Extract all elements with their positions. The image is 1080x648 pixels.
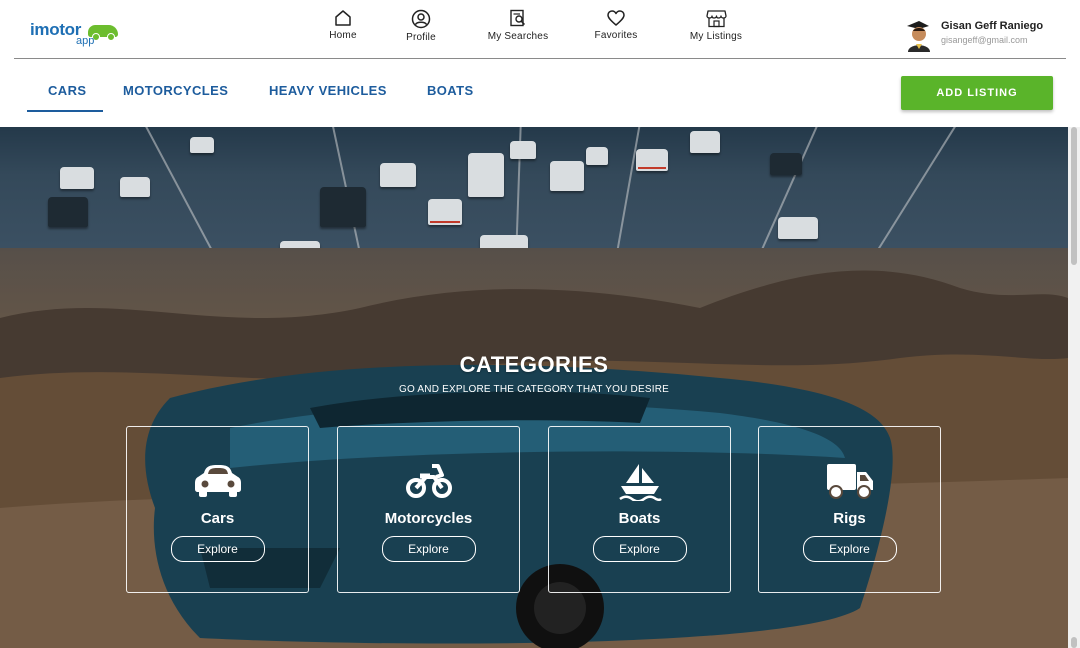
nav-my-listings-label: My Listings [689, 31, 743, 42]
explore-rigs-button[interactable]: Explore [802, 536, 897, 562]
nav-favorites-label: Favorites [594, 30, 638, 41]
add-listing-button[interactable]: ADD LISTING [901, 76, 1053, 110]
nav-home[interactable]: Home [326, 9, 360, 41]
tab-boats[interactable]: BOATS [427, 83, 474, 98]
category-card-motorcycles[interactable]: Motorcycles Explore [337, 426, 520, 593]
active-tab-indicator [27, 110, 103, 112]
searches-icon [510, 9, 526, 27]
home-icon [335, 10, 351, 26]
category-name-boats: Boats [618, 510, 661, 527]
category-name-rigs: Rigs [833, 510, 866, 527]
nav-my-searches-label: My Searches [487, 31, 549, 42]
highway-banner-image [0, 127, 1068, 248]
motorcycle-icon [405, 464, 452, 498]
explore-boats-button[interactable]: Explore [592, 536, 687, 562]
category-name-motorcycles: Motorcycles [384, 510, 473, 527]
user-profile-menu[interactable]: Gisan Geff Raniego gisangeff@gmail.com [907, 18, 1053, 52]
category-card-cars[interactable]: Cars Explore [126, 426, 309, 593]
store-icon [705, 10, 727, 28]
avatar [903, 18, 933, 52]
user-name: Gisan Geff Raniego [941, 20, 1044, 32]
logo-text: imotor [30, 20, 82, 39]
category-card-rigs[interactable]: Rigs Explore [758, 426, 941, 593]
profile-icon [411, 9, 431, 29]
imotor-logo[interactable]: imotor app [30, 18, 122, 50]
categories-title: CATEGORIES [459, 352, 609, 377]
truck-icon [826, 464, 873, 499]
page-scrollbar[interactable] [1068, 127, 1080, 648]
nav-my-searches[interactable]: My Searches [484, 9, 552, 42]
category-name-cars: Cars [200, 510, 235, 527]
tab-cars[interactable]: CARS [48, 83, 86, 98]
car-icon [194, 465, 241, 497]
scrollbar-lower-thumb [1071, 637, 1077, 648]
top-bar: imotor app Home Profile My Searches Favo… [0, 0, 1080, 58]
explore-motorcycles-button[interactable]: Explore [381, 536, 476, 562]
logo-subtext: app [76, 35, 95, 47]
nav-favorites[interactable]: Favorites [592, 9, 640, 41]
heart-icon [607, 10, 625, 26]
user-email: gisangeff@gmail.com [941, 35, 1028, 45]
nav-profile-label: Profile [406, 32, 436, 43]
nav-profile[interactable]: Profile [402, 9, 440, 43]
scrollbar-thumb[interactable] [1071, 127, 1077, 265]
category-card-boats[interactable]: Boats Explore [548, 426, 731, 593]
nav-home-label: Home [329, 30, 357, 41]
nav-my-listings[interactable]: My Listings [686, 9, 746, 42]
boat-icon [618, 464, 662, 501]
tab-motorcycles[interactable]: MOTORCYCLES [123, 83, 228, 98]
tab-heavy-vehicles[interactable]: HEAVY VEHICLES [269, 83, 387, 98]
explore-cars-button[interactable]: Explore [170, 536, 265, 562]
categories-subtitle: GO AND EXPLORE THE CATEGORY THAT YOU DES… [399, 384, 669, 395]
vehicle-tabs: CARS MOTORCYCLES HEAVY VEHICLES BOATS AD… [0, 59, 1080, 127]
